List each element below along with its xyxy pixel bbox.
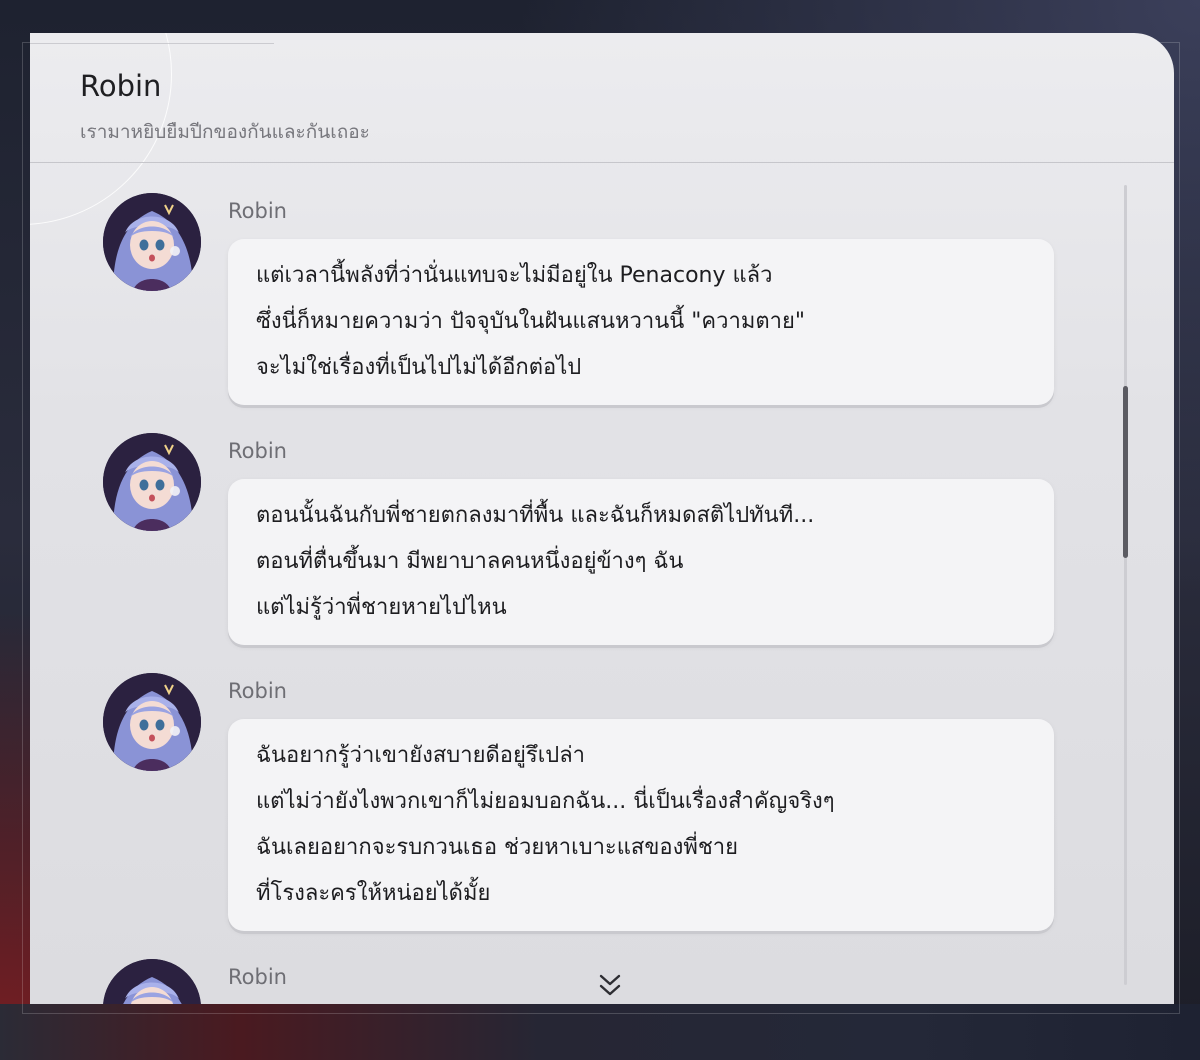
double-chevron-down-icon[interactable] [598, 971, 622, 1001]
sender-name: Robin [228, 199, 287, 223]
avatar[interactable] [103, 193, 201, 291]
scrollbar-thumb[interactable] [1123, 386, 1128, 558]
message-line: ตอนนั้นฉันกับพี่ชายตกลงมาที่พื้น และฉันก… [256, 503, 815, 528]
chat-panel: Robin เรามาหยิบยืมปีกของกันและกันเถอะ Ro… [30, 33, 1174, 1004]
avatar[interactable] [103, 959, 201, 1004]
chat-header: Robin เรามาหยิบยืมปีกของกันและกันเถอะ [30, 33, 1174, 163]
message-item: Robin แต่เวลานี้พลังที่ว่านั่นแทบจะไม่มี… [100, 163, 1060, 405]
contact-signature: เรามาหยิบยืมปีกของกันและกันเถอะ [80, 121, 370, 143]
sender-name: Robin [228, 679, 287, 703]
message-line: แต่เวลานี้พลังที่ว่านั่นแทบจะไม่มีอยู่ใน… [256, 263, 773, 288]
avatar-portrait-icon [103, 959, 201, 1004]
message-bubble: แต่เวลานี้พลังที่ว่านั่นแทบจะไม่มีอยู่ใน… [228, 239, 1054, 405]
avatar-portrait-icon [103, 673, 201, 771]
message-line: จะไม่ใช่เรื่องที่เป็นไปไม่ได้อีกต่อไป [256, 355, 582, 380]
message-line: แต่ไม่ว่ายังไงพวกเขาก็ไม่ยอมบอกฉัน... นี… [256, 789, 835, 814]
avatar[interactable] [103, 673, 201, 771]
message-list[interactable]: Robin แต่เวลานี้พลังที่ว่านั่นแทบจะไม่มี… [30, 163, 1174, 1004]
message-line: ตอนที่ตื่นขึ้นมา มีพยาบาลคนหนึ่งอยู่ข้าง… [256, 549, 684, 574]
message-line: ฉันเลยอยากจะรบกวนเธอ ช่วยหาเบาะแสของพี่ช… [256, 835, 739, 860]
background-blur [0, 1004, 1200, 1060]
message-line: ซึ่งนี่ก็หมายความว่า ปัจจุบันในฝันแสนหวา… [256, 309, 805, 334]
avatar-portrait-icon [103, 193, 201, 291]
sender-name: Robin [228, 439, 287, 463]
message-line: ฉันอยากรู้ว่าเขายังสบายดีอยู่รึเปล่า [256, 743, 586, 768]
avatar[interactable] [103, 433, 201, 531]
message-item: Robin [100, 929, 1060, 1004]
message-bubble: ฉันอยากรู้ว่าเขายังสบายดีอยู่รึเปล่า แต่… [228, 719, 1054, 931]
message-bubble: ตอนนั้นฉันกับพี่ชายตกลงมาที่พื้น และฉันก… [228, 479, 1054, 645]
message-line: ที่โรงละครให้หน่อยได้มั้ย [256, 881, 491, 906]
sender-name: Robin [228, 965, 287, 989]
message-item: Robin ตอนนั้นฉันกับพี่ชายตกลงมาที่พื้น แ… [100, 403, 1060, 645]
avatar-portrait-icon [103, 433, 201, 531]
scrollbar-track[interactable] [1124, 185, 1127, 985]
message-line: แต่ไม่รู้ว่าพี่ชายหายไปไหน [256, 595, 507, 620]
message-item: Robin ฉันอยากรู้ว่าเขายังสบายดีอยู่รึเปล… [100, 643, 1060, 933]
contact-name: Robin [80, 69, 162, 103]
